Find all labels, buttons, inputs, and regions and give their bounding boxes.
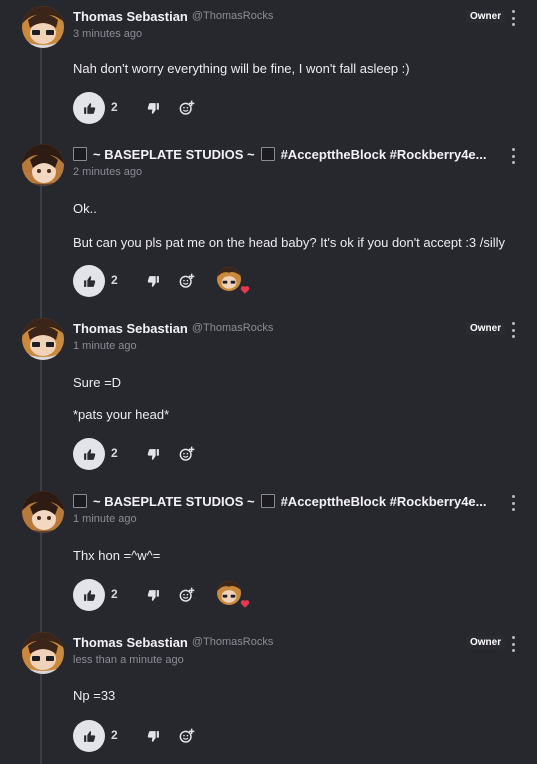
like-button[interactable] xyxy=(73,265,105,297)
kebab-menu-icon xyxy=(511,322,515,325)
heart-icon xyxy=(240,286,250,294)
thumbs-up-icon xyxy=(83,730,95,742)
like-count: 2 xyxy=(111,446,118,460)
comment-actions: 2 xyxy=(73,720,373,752)
kebab-menu-icon xyxy=(511,636,515,639)
comment-actions: 2 xyxy=(73,92,373,124)
add-reaction-icon xyxy=(179,446,195,461)
dislike-button[interactable] xyxy=(143,585,163,605)
add-reaction-icon xyxy=(179,587,195,602)
timestamp[interactable]: less than a minute ago xyxy=(73,654,184,666)
dislike-button[interactable] xyxy=(143,444,163,464)
timestamp[interactable]: 1 minute ago xyxy=(73,513,137,525)
square-emoji-icon xyxy=(73,147,87,161)
add-reaction-icon xyxy=(179,273,195,288)
avatar[interactable] xyxy=(22,144,64,186)
comment-text: Nah don't worry everything will be fine,… xyxy=(73,61,410,76)
add-reaction-button[interactable] xyxy=(177,271,197,291)
add-reaction-button[interactable] xyxy=(177,98,197,118)
add-reaction-icon xyxy=(179,728,195,743)
avatar[interactable] xyxy=(22,491,64,533)
author-line: ~ BASEPLATE STUDIOS ~ #AccepttheBlock #R… xyxy=(73,145,503,163)
comment-actions: 2 xyxy=(73,265,373,297)
author-name[interactable]: ~ BASEPLATE STUDIOS ~ xyxy=(93,494,255,509)
author-name[interactable]: Thomas Sebastian xyxy=(73,9,188,24)
author-line: Thomas Sebastian @ThomasRocks xyxy=(73,319,503,337)
reactor-avatar[interactable] xyxy=(217,267,241,291)
add-reaction-button[interactable] xyxy=(177,444,197,464)
comment-actions: 2 xyxy=(73,438,373,470)
author-handle[interactable]: @ThomasRocks xyxy=(192,636,273,648)
author-handle[interactable]: @ThomasRocks xyxy=(192,322,273,334)
thumbs-up-icon xyxy=(83,275,95,287)
thumbs-down-icon xyxy=(147,275,159,287)
dislike-button[interactable] xyxy=(143,98,163,118)
square-emoji-icon xyxy=(73,494,87,508)
kebab-menu-icon xyxy=(511,10,515,13)
avatar[interactable] xyxy=(22,318,64,360)
kebab-menu-icon xyxy=(511,495,515,498)
more-options-button[interactable] xyxy=(506,10,520,26)
dislike-button[interactable] xyxy=(143,726,163,746)
add-reaction-icon xyxy=(179,100,195,115)
author-name-tags[interactable]: #AccepttheBlock #Rockberry4e... xyxy=(281,147,487,162)
comment-text: Thx hon =^w^= xyxy=(73,548,161,563)
kebab-menu-icon xyxy=(511,148,515,151)
more-options-button[interactable] xyxy=(506,636,520,652)
comment-text: Ok.. xyxy=(73,201,97,216)
like-count: 2 xyxy=(111,273,118,287)
author-name[interactable]: Thomas Sebastian xyxy=(73,635,188,650)
author-name-tags[interactable]: #AccepttheBlock #Rockberry4e... xyxy=(281,494,487,509)
like-button[interactable] xyxy=(73,579,105,611)
like-button[interactable] xyxy=(73,720,105,752)
more-options-button[interactable] xyxy=(506,495,520,511)
thumbs-down-icon xyxy=(147,589,159,601)
owner-badge: Owner xyxy=(466,10,506,23)
author-name[interactable]: Thomas Sebastian xyxy=(73,321,188,336)
add-reaction-button[interactable] xyxy=(177,585,197,605)
owner-badge: Owner xyxy=(466,322,506,335)
owner-badge: Owner xyxy=(466,636,506,649)
like-count: 2 xyxy=(111,728,118,742)
thumbs-up-icon xyxy=(83,589,95,601)
thumbs-down-icon xyxy=(147,730,159,742)
comment-thread: Thomas Sebastian @ThomasRocks 3 minutes … xyxy=(0,0,537,764)
more-options-button[interactable] xyxy=(506,322,520,338)
heart-icon xyxy=(240,600,250,608)
thumbs-up-icon xyxy=(83,448,95,460)
comment-actions: 2 xyxy=(73,579,373,611)
comment-text: But can you pls pat me on the head baby?… xyxy=(73,235,506,250)
reactor-avatar[interactable] xyxy=(217,581,241,605)
square-emoji-icon xyxy=(260,147,275,161)
like-button[interactable] xyxy=(73,438,105,470)
avatar[interactable] xyxy=(22,632,64,674)
timestamp[interactable]: 3 minutes ago xyxy=(73,28,142,40)
more-options-button[interactable] xyxy=(506,148,520,164)
like-button[interactable] xyxy=(73,92,105,124)
thumbs-up-icon xyxy=(83,102,95,114)
comment-text: Np =33 xyxy=(73,688,116,703)
comment-text: *pats your head* xyxy=(73,407,170,422)
add-reaction-button[interactable] xyxy=(177,726,197,746)
timestamp[interactable]: 2 minutes ago xyxy=(73,166,142,178)
comment-text: Sure =D xyxy=(73,375,122,390)
author-name[interactable]: ~ BASEPLATE STUDIOS ~ xyxy=(93,147,255,162)
timestamp[interactable]: 1 minute ago xyxy=(73,340,137,352)
author-line: Thomas Sebastian @ThomasRocks xyxy=(73,633,503,651)
thumbs-down-icon xyxy=(147,102,159,114)
author-line: Thomas Sebastian @ThomasRocks xyxy=(73,7,503,25)
thumbs-down-icon xyxy=(147,448,159,460)
square-emoji-icon xyxy=(260,494,275,508)
like-count: 2 xyxy=(111,587,118,601)
like-count: 2 xyxy=(111,100,118,114)
author-handle[interactable]: @ThomasRocks xyxy=(192,10,273,22)
avatar[interactable] xyxy=(22,6,64,48)
author-line: ~ BASEPLATE STUDIOS ~ #AccepttheBlock #R… xyxy=(73,492,503,510)
dislike-button[interactable] xyxy=(143,271,163,291)
